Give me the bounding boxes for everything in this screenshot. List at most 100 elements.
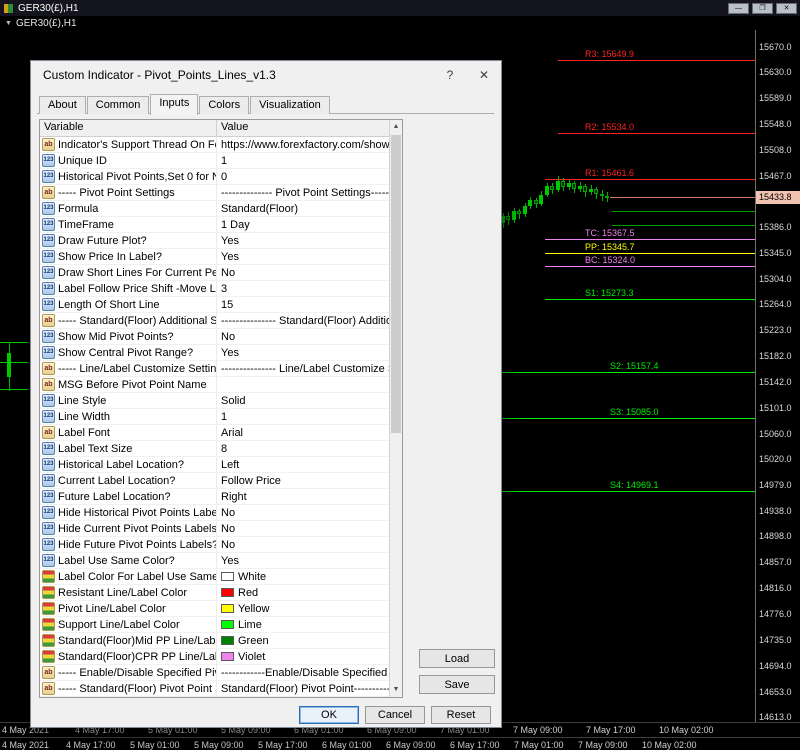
tab-colors[interactable]: Colors xyxy=(199,96,249,114)
param-value-cell[interactable]: Yes xyxy=(217,553,389,568)
scrollbar-thumb[interactable] xyxy=(391,135,401,433)
param-value-cell[interactable]: --------------- Line/Label Customize Set… xyxy=(217,361,389,376)
candlestick xyxy=(594,189,598,194)
param-value-cell[interactable]: Standard(Floor) xyxy=(217,201,389,216)
param-value-cell[interactable]: -------------- Pivot Point Settings-----… xyxy=(217,185,389,200)
param-row[interactable]: abIndicator's Support Thread On Forex F.… xyxy=(40,137,389,153)
param-value-cell[interactable]: Red xyxy=(217,585,389,600)
ok-button[interactable]: OK xyxy=(299,706,359,724)
table-scrollbar[interactable]: ▲ ▼ xyxy=(389,120,402,697)
param-value-cell[interactable]: Solid xyxy=(217,393,389,408)
param-variable: ----- Line/Label Customize Settings xyxy=(58,363,217,375)
param-value-cell[interactable]: Follow Price xyxy=(217,473,389,488)
param-variable: Formula xyxy=(58,203,98,215)
param-value-cell[interactable]: Yes xyxy=(217,249,389,264)
param-value-cell[interactable]: No xyxy=(217,537,389,552)
param-row[interactable]: 123Draw Short Lines For Current Period?N… xyxy=(40,265,389,281)
param-row[interactable]: 123Line StyleSolid xyxy=(40,393,389,409)
param-row[interactable]: Resistant Line/Label ColorRed xyxy=(40,585,389,601)
param-row[interactable]: 123Hide Historical Pivot Points Labels?N… xyxy=(40,505,389,521)
param-row[interactable]: ab----- Line/Label Customize Settings---… xyxy=(40,361,389,377)
param-row[interactable]: Standard(Floor)CPR PP Line/Label ColorVi… xyxy=(40,649,389,665)
pivot-label-r2: R2: 15534.0 xyxy=(585,122,634,132)
restore-button[interactable]: ❐ xyxy=(752,3,773,14)
param-value-cell[interactable]: ------------Enable/Disable Specified Piv… xyxy=(217,665,389,680)
param-row[interactable]: 123Hide Current Pivot Points Labels?No xyxy=(40,521,389,537)
param-value-cell[interactable]: Arial xyxy=(217,425,389,440)
color-param-icon xyxy=(42,570,55,583)
param-row[interactable]: Pivot Line/Label ColorYellow xyxy=(40,601,389,617)
param-value-cell[interactable]: Violet xyxy=(217,649,389,664)
param-row[interactable]: abMSG Before Pivot Point Name xyxy=(40,377,389,393)
tab-inputs[interactable]: Inputs xyxy=(150,94,198,115)
param-row[interactable]: abLabel FontArial xyxy=(40,425,389,441)
param-row[interactable]: 123Hide Future Pivot Points Labels?No xyxy=(40,537,389,553)
param-value-cell[interactable]: 3 xyxy=(217,281,389,296)
param-row[interactable]: 123Historical Label Location?Left xyxy=(40,457,389,473)
param-value-cell[interactable]: Left xyxy=(217,457,389,472)
scroll-down-arrow-icon[interactable]: ▼ xyxy=(390,683,402,697)
param-row[interactable]: 123Line Width1 xyxy=(40,409,389,425)
param-row[interactable]: 123Show Central Pivot Range?Yes xyxy=(40,345,389,361)
close-button[interactable]: ✕ xyxy=(776,3,797,14)
param-value-cell[interactable]: Right xyxy=(217,489,389,504)
param-value-cell[interactable]: Yes xyxy=(217,345,389,360)
param-value-cell[interactable]: Yellow xyxy=(217,601,389,616)
tab-about[interactable]: About xyxy=(39,96,86,114)
load-button[interactable]: Load xyxy=(419,649,495,668)
param-value-cell[interactable]: 8 xyxy=(217,441,389,456)
param-value-cell[interactable]: No xyxy=(217,265,389,280)
param-value-cell[interactable]: White xyxy=(217,569,389,584)
param-row[interactable]: 123Future Label Location?Right xyxy=(40,489,389,505)
param-row[interactable]: 123Label Use Same Color?Yes xyxy=(40,553,389,569)
param-value-cell[interactable]: --------------- Standard(Floor) Addition… xyxy=(217,313,389,328)
param-row[interactable]: ab----- Pivot Point Settings------------… xyxy=(40,185,389,201)
dialog-help-button[interactable]: ? xyxy=(433,61,467,89)
param-value-cell[interactable]: 1 xyxy=(217,409,389,424)
param-value-cell[interactable]: Standard(Floor) Pivot Point-------------… xyxy=(217,681,389,696)
param-value-cell[interactable]: https://www.forexfactory.com/showthread.… xyxy=(217,137,389,152)
time-axis-secondary[interactable]: 4 May 20214 May 17:005 May 01:005 May 09… xyxy=(0,737,800,750)
param-row[interactable]: Support Line/Label ColorLime xyxy=(40,617,389,633)
param-row[interactable]: 123Formula Standard(Floor) xyxy=(40,201,389,217)
scroll-up-arrow-icon[interactable]: ▲ xyxy=(390,120,402,134)
param-value-cell[interactable]: 0 xyxy=(217,169,389,184)
param-row[interactable]: ab----- Standard(Floor) Additional Setti… xyxy=(40,313,389,329)
param-row[interactable]: ab----- Enable/Disable Specified Pivot P… xyxy=(40,665,389,681)
param-row[interactable]: 123Show Price In Label?Yes xyxy=(40,249,389,265)
param-value-cell[interactable]: No xyxy=(217,505,389,520)
chart-tab-label[interactable]: GER30(£),H1 xyxy=(16,18,77,29)
param-row[interactable]: Label Color For Label Use Same ColorWhit… xyxy=(40,569,389,585)
tab-visualization[interactable]: Visualization xyxy=(250,96,330,114)
pivot-label-pp: PP: 15345.7 xyxy=(585,242,635,252)
param-row[interactable]: ab----- Standard(Floor) Pivot Point Sett… xyxy=(40,681,389,697)
param-row[interactable]: 123Label Text Size8 xyxy=(40,441,389,457)
param-value-cell[interactable]: 15 xyxy=(217,297,389,312)
param-value-cell[interactable]: Yes xyxy=(217,233,389,248)
numeric-param-icon: 123 xyxy=(42,202,55,215)
param-value-cell[interactable]: No xyxy=(217,329,389,344)
chevron-down-icon[interactable]: ▼ xyxy=(5,20,12,27)
dialog-close-button[interactable]: ✕ xyxy=(467,61,501,89)
param-row[interactable]: 123Label Follow Price Shift -Move Left, … xyxy=(40,281,389,297)
param-variable-cell: abIndicator's Support Thread On Forex F.… xyxy=(40,137,217,152)
param-row[interactable]: Standard(Floor)Mid PP Line/Label ColorGr… xyxy=(40,633,389,649)
param-row[interactable]: 123TimeFrame1 Day xyxy=(40,217,389,233)
param-row[interactable]: 123Length Of Short Line15 xyxy=(40,297,389,313)
param-row[interactable]: 123Unique ID1 xyxy=(40,153,389,169)
param-row[interactable]: 123Show Mid Pivot Points?No xyxy=(40,329,389,345)
param-value-cell[interactable] xyxy=(217,377,389,392)
param-value-cell[interactable]: 1 xyxy=(217,153,389,168)
param-value-cell[interactable]: 1 Day xyxy=(217,217,389,232)
param-value-cell[interactable]: No xyxy=(217,521,389,536)
tab-common[interactable]: Common xyxy=(87,96,150,114)
reset-button[interactable]: Reset xyxy=(431,706,491,724)
param-value-cell[interactable]: Lime xyxy=(217,617,389,632)
save-button[interactable]: Save xyxy=(419,675,495,694)
param-value-cell[interactable]: Green xyxy=(217,633,389,648)
param-row[interactable]: 123Draw Future Plot?Yes xyxy=(40,233,389,249)
param-row[interactable]: 123Current Label Location?Follow Price xyxy=(40,473,389,489)
param-row[interactable]: 123Historical Pivot Points,Set 0 for NON… xyxy=(40,169,389,185)
minimize-button[interactable]: — xyxy=(728,3,749,14)
cancel-button[interactable]: Cancel xyxy=(365,706,425,724)
